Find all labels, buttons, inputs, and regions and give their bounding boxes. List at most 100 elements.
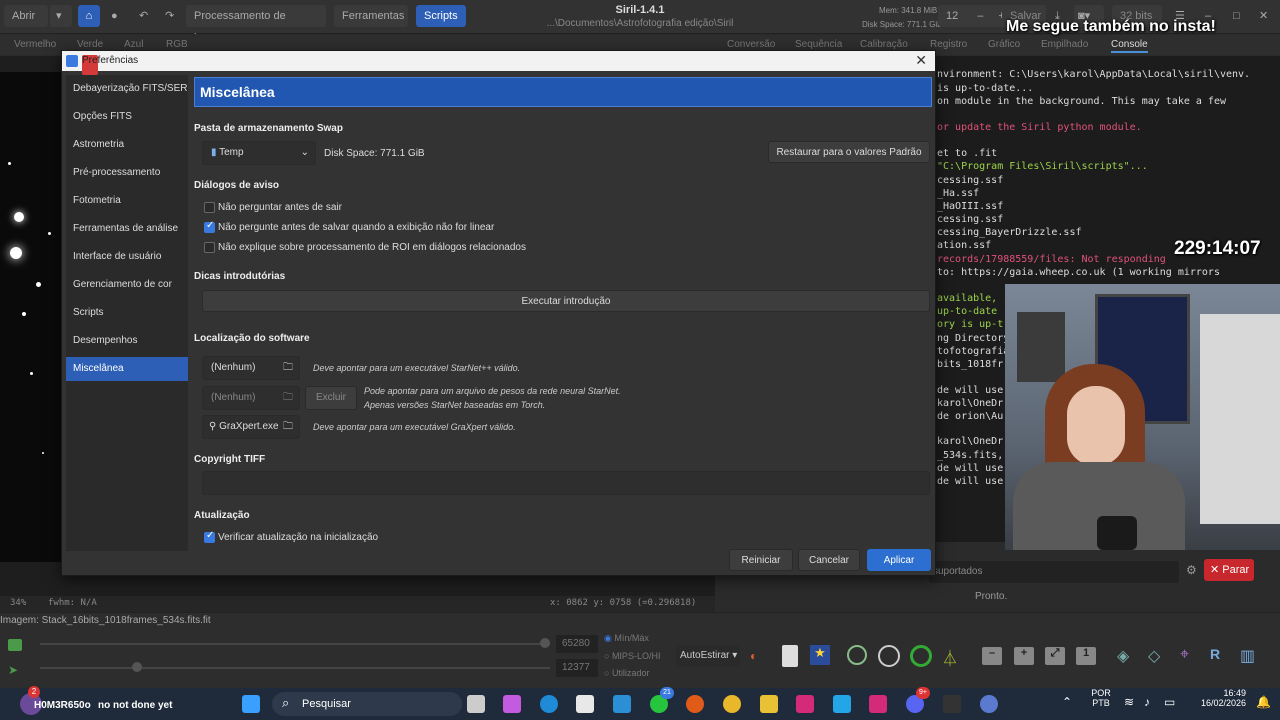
store-icon[interactable] xyxy=(576,695,594,713)
split-icon[interactable]: ▥ xyxy=(1240,646,1255,666)
tab-rgb[interactable]: RGB xyxy=(166,39,188,50)
taskbar-search[interactable]: ⌕ Pesquisar xyxy=(272,692,462,716)
rgb-icon[interactable]: R xyxy=(1210,646,1220,662)
stretch-select[interactable]: AutoEstirar ▾ xyxy=(676,645,740,667)
maximize-icon[interactable]: □ xyxy=(1228,5,1250,27)
warning-checkbox[interactable] xyxy=(204,202,215,213)
zoom-in-icon[interactable]: + xyxy=(1014,647,1034,665)
globe-icon[interactable] xyxy=(878,645,900,667)
tab-stacking[interactable]: Empilhado xyxy=(1041,39,1088,50)
restart-button[interactable]: Reiniciar xyxy=(729,549,793,571)
wifi-icon[interactable]: ≋ xyxy=(1124,695,1134,709)
app-blue-icon[interactable] xyxy=(833,695,851,713)
high-value-field[interactable]: 65280 xyxy=(556,635,598,653)
negative-icon[interactable] xyxy=(782,645,798,667)
sidebar-item[interactable]: Pré-processamento xyxy=(66,161,188,185)
mirror-icon[interactable]: ◇ xyxy=(1148,646,1160,666)
run-intro-button[interactable]: Executar introdução xyxy=(202,290,930,312)
tab-console[interactable]: Console xyxy=(1111,39,1148,53)
ring-icon[interactable] xyxy=(910,645,932,667)
copyright-input[interactable] xyxy=(202,471,930,495)
tab-green[interactable]: Verde xyxy=(77,39,103,50)
scale-mips-radio[interactable]: ○ MIPS-LO/HI xyxy=(604,651,660,661)
language-indicator[interactable]: POR PTB xyxy=(1090,688,1112,708)
zoom-one-icon[interactable]: 1 xyxy=(1076,647,1096,665)
home-icon[interactable]: ⌂ xyxy=(78,5,100,27)
sidebar-item[interactable]: Scripts xyxy=(66,301,188,325)
rotate-icon[interactable]: ◈ xyxy=(1117,646,1129,666)
low-slider[interactable] xyxy=(40,667,550,669)
dialog-titlebar[interactable]: Preferências ✕ xyxy=(62,51,935,75)
low-value-field[interactable]: 12377 xyxy=(556,659,598,677)
app-pink-icon[interactable] xyxy=(796,695,814,713)
target-icon[interactable] xyxy=(847,645,867,665)
battery-icon[interactable]: ▭ xyxy=(1164,695,1175,709)
low-slider-thumb[interactable] xyxy=(132,662,142,672)
tab-red[interactable]: Vermelho xyxy=(14,39,56,50)
sidebar-item[interactable]: Miscelânea xyxy=(66,357,188,381)
histogram-icon[interactable] xyxy=(8,639,22,651)
sidebar-item[interactable]: Opções FITS xyxy=(66,105,188,129)
swap-folder-select[interactable]: ▮ Temp ⌄ xyxy=(202,141,316,165)
tripod-icon[interactable]: ⏃ xyxy=(942,645,962,668)
graxpert-path-field[interactable]: ⚲ GraXpert.exe 🗀 xyxy=(202,415,300,439)
tab-plot[interactable]: Gráfico xyxy=(988,39,1020,50)
windows-start-icon[interactable] xyxy=(242,695,260,713)
apply-button[interactable]: Aplicar xyxy=(867,549,931,571)
close-window-icon[interactable]: ✕ xyxy=(1254,5,1276,27)
console-filter-input[interactable]: suportados xyxy=(929,561,1179,583)
undo-icon[interactable]: ↶ xyxy=(134,5,156,27)
task-view-icon[interactable] xyxy=(467,695,485,713)
sidebar-item[interactable]: Astrometria xyxy=(66,133,188,157)
clock[interactable]: 16:49 16/02/2026 xyxy=(1192,688,1246,708)
folder-open-icon[interactable]: 🗀 xyxy=(283,387,293,409)
zoom-out-icon[interactable]: – xyxy=(982,647,1002,665)
sidebar-item[interactable]: Ferramentas de análise xyxy=(66,217,188,241)
cursor-icon[interactable]: ➤ xyxy=(8,663,22,677)
folder-open-icon[interactable]: 🗀 xyxy=(283,416,293,438)
file-explorer-icon[interactable] xyxy=(760,695,778,713)
sidebar-item[interactable]: Desempenhos xyxy=(66,329,188,353)
exclude-button[interactable]: Excluir xyxy=(305,386,357,410)
starnet-path-field[interactable]: (Nenhum) 🗀 xyxy=(202,356,300,380)
warning-checkbox[interactable] xyxy=(204,242,215,253)
menu-tools[interactable]: Ferramentas ▾ xyxy=(334,5,408,44)
open-dropdown-button[interactable]: ▾ xyxy=(50,5,72,27)
star-icon[interactable]: ★ xyxy=(810,645,830,665)
stop-button[interactable]: ✕ Parar xyxy=(1204,559,1254,581)
warning-checkbox[interactable] xyxy=(204,220,215,233)
edge-icon[interactable] xyxy=(540,695,558,713)
app-pink-icon-2[interactable] xyxy=(869,695,887,713)
color-toggle-icon[interactable]: ◐ xyxy=(750,649,757,663)
scale-minmax-radio[interactable]: ◉ Mín/Máx xyxy=(604,633,649,644)
tab-conversion[interactable]: Conversão xyxy=(727,39,775,50)
redo-icon[interactable]: ↷ xyxy=(160,5,182,27)
open-button[interactable]: Abrir xyxy=(4,5,48,27)
tab-calibration[interactable]: Calibração xyxy=(860,39,908,50)
weights-path-field[interactable]: (Nenhum) 🗀 xyxy=(202,386,300,410)
sidebar-item[interactable]: Gerenciamento de cor xyxy=(66,273,188,297)
scale-user-radio[interactable]: ○ Utilizador xyxy=(604,668,649,678)
sidebar-item[interactable]: Debayerização FITS/SER xyxy=(66,77,188,101)
record-icon[interactable]: ● xyxy=(106,5,128,27)
folder-open-icon[interactable]: 🗀 xyxy=(283,357,293,379)
sidebar-item[interactable]: Interface de usuário xyxy=(66,245,188,269)
high-slider[interactable] xyxy=(40,643,550,645)
menu-image-processing[interactable]: Processamento de imagem ▾ xyxy=(186,5,326,44)
tab-sequence[interactable]: Sequência xyxy=(795,39,842,50)
opera-icon[interactable] xyxy=(686,695,704,713)
copilot-icon[interactable] xyxy=(503,695,521,713)
siril-icon[interactable] xyxy=(980,695,998,713)
volume-icon[interactable]: ♪ xyxy=(1144,695,1150,709)
close-icon[interactable]: ✕ xyxy=(915,52,927,69)
check-updates-checkbox[interactable] xyxy=(204,530,215,543)
tab-registration[interactable]: Registro xyxy=(930,39,967,50)
app-icon[interactable] xyxy=(613,695,631,713)
high-slider-thumb[interactable] xyxy=(540,638,550,648)
notifications-icon[interactable]: 🔔 xyxy=(1256,695,1271,709)
chrome-icon[interactable] xyxy=(723,695,741,713)
cancel-button[interactable]: Cancelar xyxy=(798,549,860,571)
terminal-icon[interactable] xyxy=(943,695,961,713)
sidebar-item[interactable]: Fotometria xyxy=(66,189,188,213)
tab-blue[interactable]: Azul xyxy=(124,39,143,50)
